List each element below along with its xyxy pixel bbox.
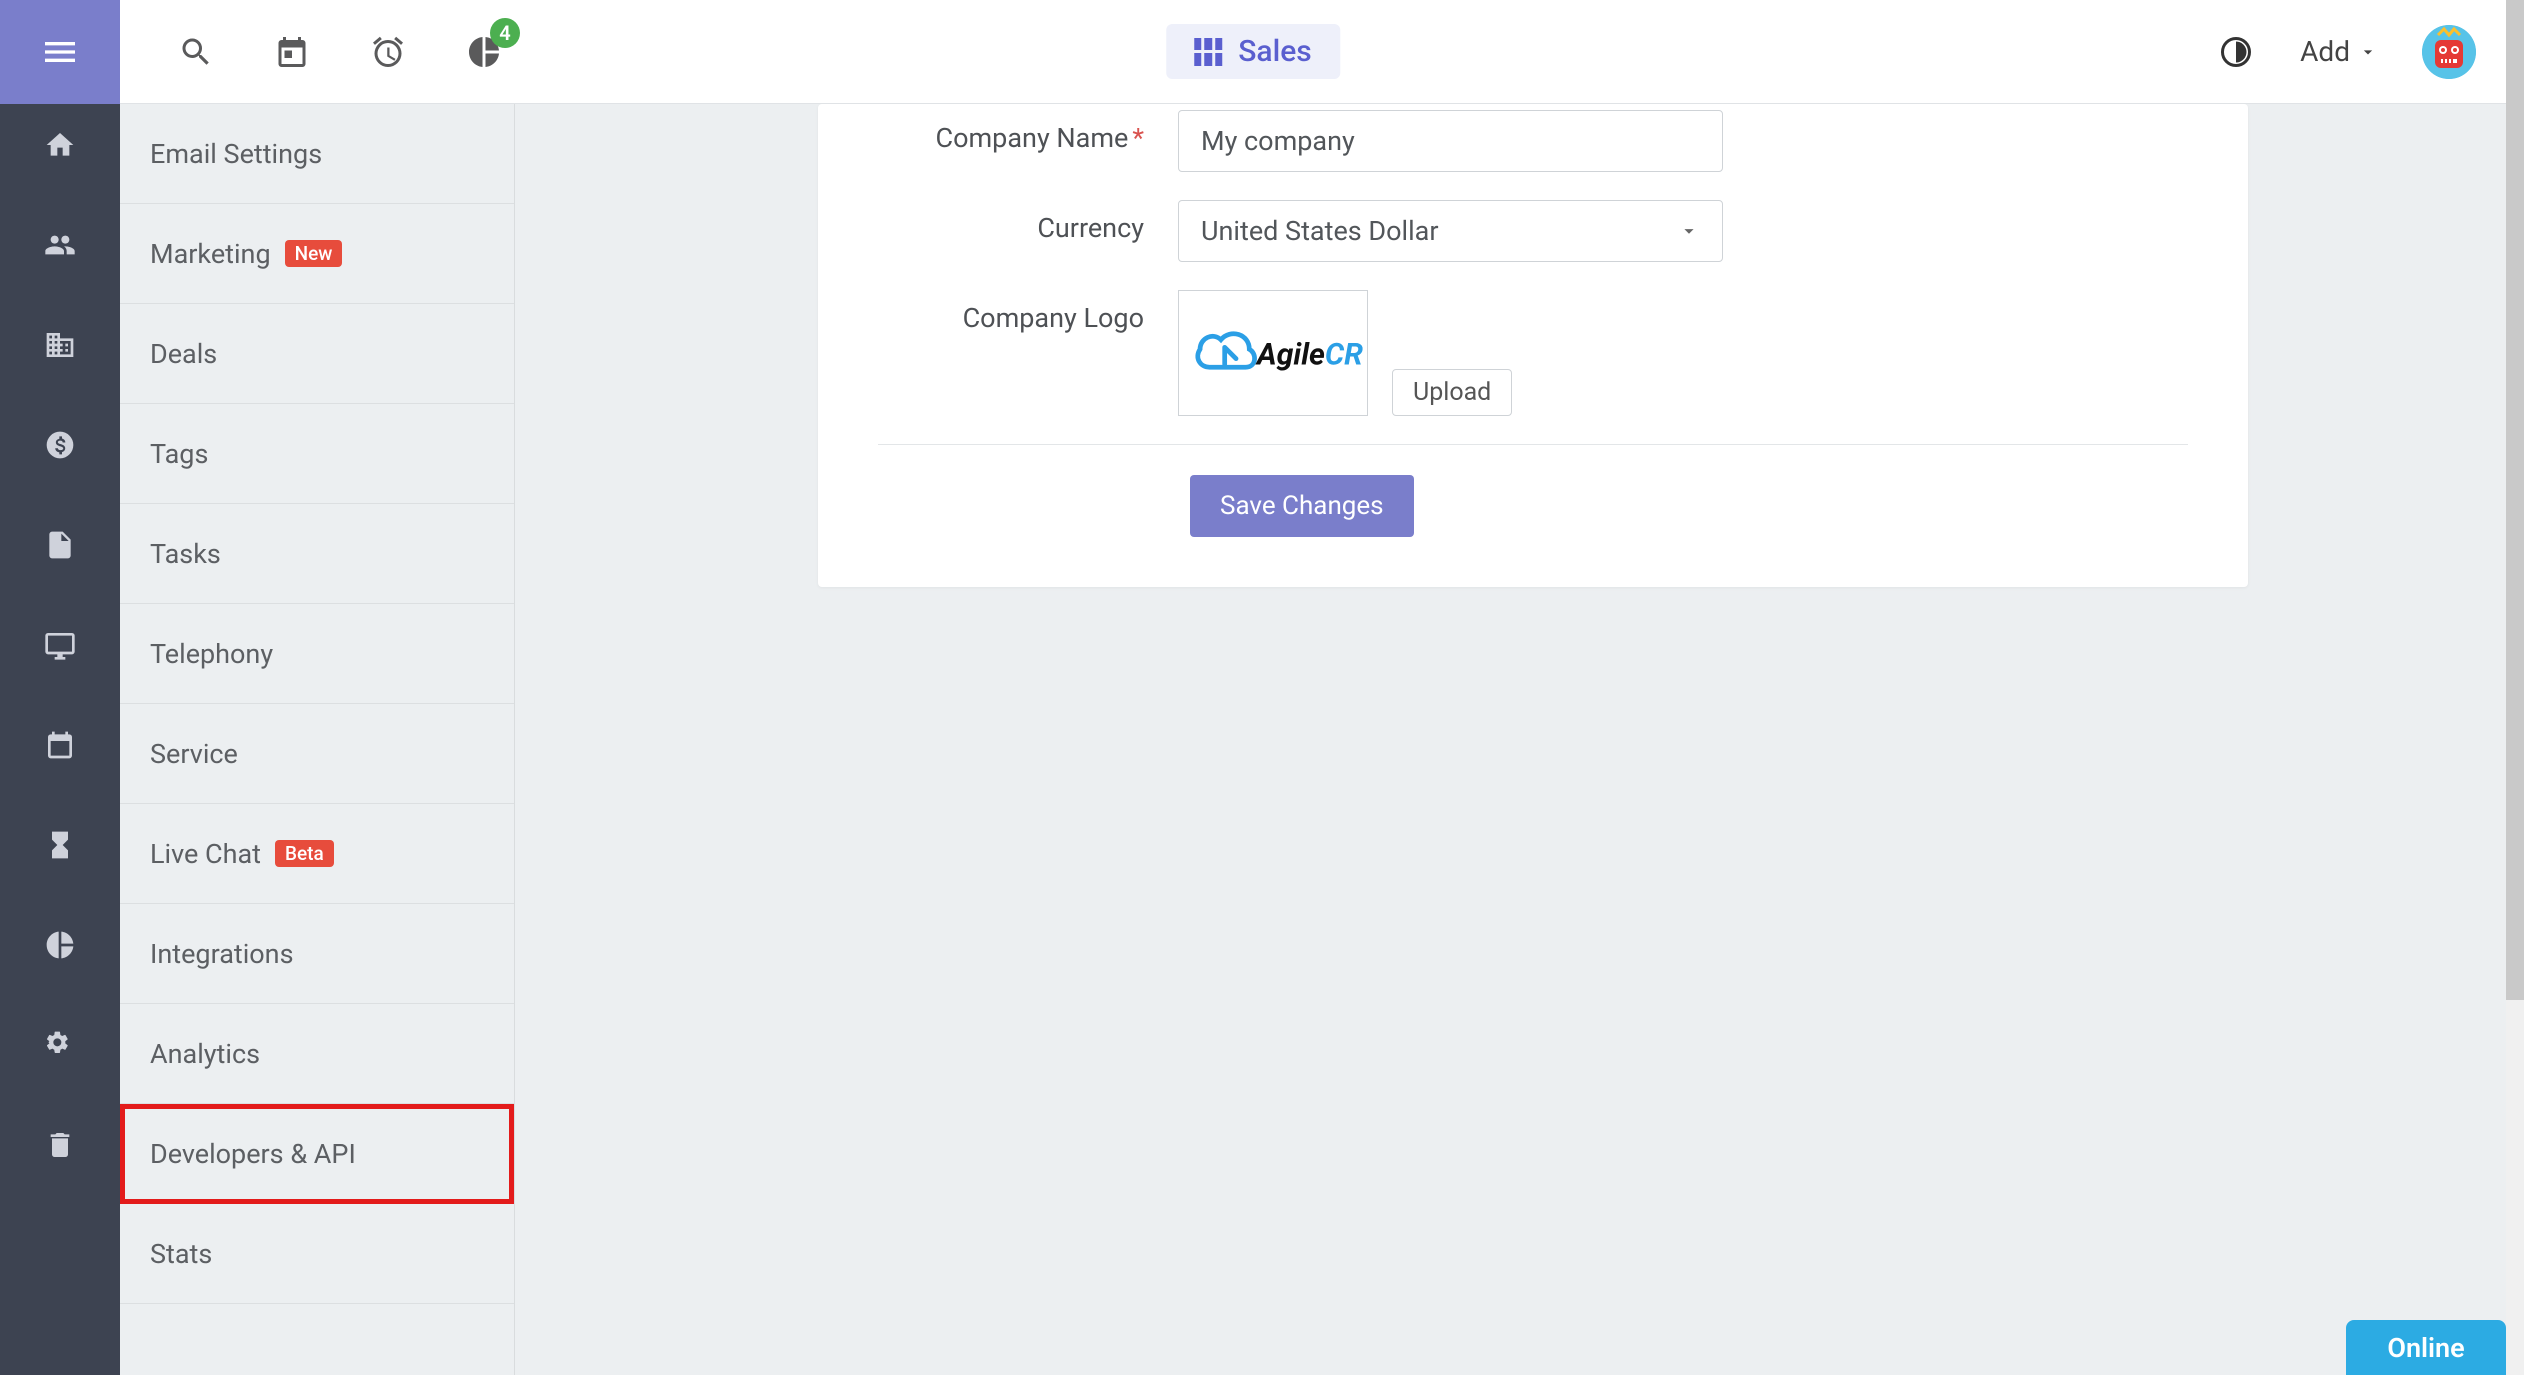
module-label: Sales [1238, 34, 1312, 69]
gears-icon [44, 1029, 76, 1061]
home-icon [44, 129, 76, 161]
hamburger-icon [40, 32, 80, 72]
divider [878, 444, 2188, 445]
search-button[interactable] [176, 32, 216, 72]
sidebar-item-tags[interactable]: Tags [120, 404, 514, 504]
sidebar-item-label: Marketing [150, 238, 271, 270]
reports-button[interactable]: 4 [464, 32, 504, 72]
scrollbar-thumb[interactable] [2506, 0, 2524, 1000]
sidebar-item-marketing[interactable]: Marketing New [120, 204, 514, 304]
building-icon [44, 329, 76, 361]
sidebar-item-deals[interactable]: Deals [120, 304, 514, 404]
add-dropdown[interactable]: Add [2300, 35, 2378, 68]
sidebar-item-label: Tasks [150, 538, 221, 570]
calendar-icon [274, 34, 310, 70]
settings-form-card: Company Name* Currency United States Dol… [818, 104, 2248, 587]
calendar-button[interactable] [272, 32, 312, 72]
nav-contacts[interactable] [43, 228, 77, 262]
hourglass-icon [44, 829, 76, 861]
chevron-down-icon [2358, 42, 2378, 62]
dollar-icon [44, 429, 76, 461]
sidebar-item-integrations[interactable]: Integrations [120, 904, 514, 1004]
trash-icon [44, 1129, 76, 1161]
currency-select[interactable]: United States Dollar [1178, 200, 1723, 262]
new-badge: New [285, 240, 343, 267]
nav-documents[interactable] [43, 528, 77, 562]
agilecrm-logo-icon: AgileCRM [1183, 315, 1363, 391]
logo-label: Company Logo [878, 290, 1178, 334]
nav-calendar[interactable] [43, 728, 77, 762]
logo-row: Company Logo AgileCRM Upload [878, 290, 2188, 416]
nav-web[interactable] [43, 628, 77, 662]
sidebar-item-email-settings[interactable]: Email Settings [120, 104, 514, 204]
sidebar-item-analytics[interactable]: Analytics [120, 1004, 514, 1104]
sidebar-item-label: Telephony [150, 638, 273, 670]
chevron-down-icon [1678, 220, 1700, 242]
currency-value: United States Dollar [1201, 215, 1438, 247]
calendar-small-icon [44, 729, 76, 761]
upload-button[interactable]: Upload [1392, 369, 1512, 416]
sidebar-item-label: Email Settings [150, 138, 322, 170]
theme-toggle[interactable] [2216, 32, 2256, 72]
nav-deals[interactable] [43, 428, 77, 462]
nav-reports[interactable] [43, 928, 77, 962]
sidebar-item-telephony[interactable]: Telephony [120, 604, 514, 704]
alarm-icon [370, 34, 406, 70]
nav-home[interactable] [43, 128, 77, 162]
contrast-icon [2218, 34, 2254, 70]
currency-label: Currency [878, 200, 1178, 244]
add-label: Add [2300, 35, 2350, 68]
grid-icon [1194, 38, 1222, 66]
nav-timeline[interactable] [43, 828, 77, 862]
top-icon-group: 4 [120, 32, 504, 72]
sidebar-item-developers-api[interactable]: Developers & API [120, 1104, 514, 1204]
sidebar-item-label: Live Chat [150, 838, 261, 870]
nav-companies[interactable] [43, 328, 77, 362]
sidebar-item-live-chat[interactable]: Live Chat Beta [120, 804, 514, 904]
top-bar: 4 Sales Add [0, 0, 2506, 104]
sidebar-item-label: Developers & API [150, 1138, 356, 1170]
sidebar-item-label: Service [150, 738, 238, 770]
online-status-chip[interactable]: Online [2346, 1320, 2506, 1375]
company-name-label: Company Name* [878, 110, 1178, 154]
scrollbar-track[interactable] [2506, 0, 2524, 1375]
sidebar-item-label: Analytics [150, 1038, 260, 1070]
avatar-icon [2422, 25, 2476, 79]
company-logo-preview: AgileCRM [1178, 290, 1368, 416]
sidebar-item-label: Tags [150, 438, 208, 470]
search-icon [178, 34, 214, 70]
sidebar-item-label: Integrations [150, 938, 294, 970]
notification-badge: 4 [490, 18, 520, 48]
module-switcher[interactable]: Sales [1166, 24, 1340, 79]
sidebar-item-tasks[interactable]: Tasks [120, 504, 514, 604]
svg-text:AgileCRM: AgileCRM [1255, 337, 1363, 372]
menu-toggle-button[interactable] [0, 0, 120, 104]
pie-icon [44, 929, 76, 961]
sidebar-item-service[interactable]: Service [120, 704, 514, 804]
save-changes-button[interactable]: Save Changes [1190, 475, 1414, 537]
nav-settings[interactable] [43, 1028, 77, 1062]
required-indicator: * [1132, 122, 1144, 154]
user-avatar[interactable] [2422, 25, 2476, 79]
sidebar-item-label: Stats [150, 1238, 212, 1270]
nav-rail [0, 104, 120, 1375]
main-content: Company Name* Currency United States Dol… [560, 0, 2506, 1375]
logo-controls: AgileCRM Upload [1178, 290, 1512, 416]
document-icon [44, 529, 76, 561]
company-name-input[interactable] [1178, 110, 1723, 172]
people-icon [44, 229, 76, 261]
monitor-icon [44, 629, 76, 661]
beta-badge: Beta [275, 840, 334, 867]
top-right-group: Add [2216, 25, 2476, 79]
sidebar-item-stats[interactable]: Stats [120, 1204, 514, 1304]
currency-row: Currency United States Dollar [878, 200, 2188, 262]
alarm-button[interactable] [368, 32, 408, 72]
settings-sidebar: Email Settings Marketing New Deals Tags T… [120, 104, 515, 1375]
sidebar-item-label: Deals [150, 338, 217, 370]
company-name-row: Company Name* [878, 110, 2188, 172]
nav-trash[interactable] [43, 1128, 77, 1162]
